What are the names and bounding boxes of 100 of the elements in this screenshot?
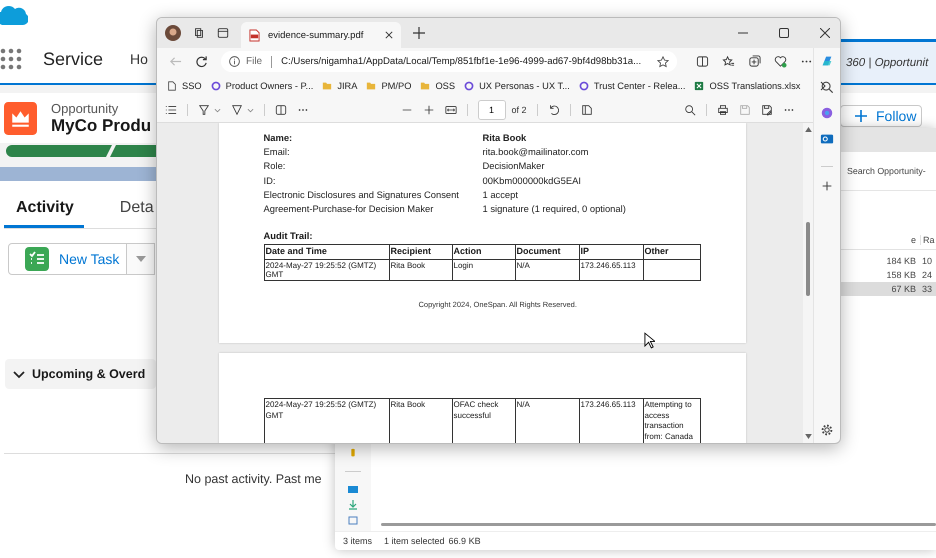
favorite-link[interactable]: OSS [420,80,456,90]
empty-message: No past activity. Past me [185,472,322,486]
field-value: 1 signature (1 required, 0 optional) [482,202,627,214]
refresh-icon[interactable] [195,55,208,68]
table-cell: 173.246.65.113 [579,398,643,443]
section-title: Audit Trail: [264,230,314,241]
table-cell: N/A [515,259,579,280]
table-cell-text: 24 [921,270,934,280]
text-view-icon[interactable] [275,104,287,116]
file-size: 184 KB [885,256,917,266]
folder-icon [420,80,430,90]
favorite-link[interactable]: OSS Translations.xlsx [694,80,800,90]
new-task-button[interactable]: New Task [8,243,127,275]
table-cell: Attempting to access transaction from: Canada [643,398,700,443]
fit-width-icon[interactable] [444,104,456,116]
vertical-scrollbar[interactable] [803,123,813,443]
selection-info: 1 item selected [384,536,445,546]
chevron-right-icon[interactable] [818,80,828,90]
split-screen-icon[interactable] [696,55,709,68]
collections-icon[interactable] [748,55,761,68]
field-value: DecisionMaker [482,160,546,172]
favorite-link[interactable]: PM/PO [366,80,412,90]
tab-actions-icon[interactable] [217,27,229,39]
close-icon[interactable] [385,31,393,39]
column-header[interactable]: e [858,235,920,245]
address-bar[interactable]: File C:/Users/nigamha1/AppData/Local/Temp/851fbf1e-1e96-4999-ad67-9bf4d98bb31a... [221,51,677,72]
field-label: ID: [264,174,276,186]
pdf-file-icon [249,28,260,42]
record-tab[interactable]: Activity [4,199,84,228]
draw-icon[interactable] [198,104,210,116]
scroll-down-icon[interactable] [804,434,812,439]
zoom-in-icon[interactable] [422,104,434,116]
console-tab[interactable]: 360 | Opportunit [840,39,936,83]
contents-icon[interactable] [165,104,177,116]
close-icon[interactable] [820,28,830,38]
task-list-icon [25,247,49,271]
horizontal-scrollbar[interactable] [381,523,936,526]
highlight-icon[interactable] [231,104,243,116]
section-header[interactable]: Upcoming & Overd [5,359,156,389]
record-tab[interactable]: Deta [108,199,158,228]
app-name: Service [43,48,104,70]
field-label: Email: [264,146,291,158]
column-header: Recipient [389,244,452,260]
save-as-icon[interactable] [761,104,774,116]
folder-icon [366,80,376,90]
shapes-icon[interactable] [820,106,834,120]
page-view-icon[interactable] [580,104,593,116]
maximize-icon[interactable] [779,28,789,38]
page-number-field[interactable]: 1 [478,100,506,120]
record-type: Opportunity [51,100,120,116]
table-cell: 173.246.65.113 [579,259,643,280]
search-icon[interactable] [820,80,834,94]
caret-icon[interactable] [247,108,254,112]
browser-tab[interactable]: evidence-summary.pdf [241,22,401,48]
nav-item[interactable]: Ho [130,51,148,67]
add-icon[interactable] [820,179,834,193]
caret-icon[interactable] [214,108,221,112]
field-value: rita.book@mailinator.com [482,146,590,158]
column-header[interactable]: Ra [920,235,936,245]
field-label: Electronic Disclosures and Signatures Consent [264,188,460,200]
column-header: Date and Time [264,244,389,260]
favorite-link[interactable]: SSO [167,80,202,90]
url-text: C:/Users/nigamha1/AppData/Local/Temp/851fbf1e-1e96-4999-ad67-9bf4d98bb31a... [281,56,642,67]
table-cell-text: 33 [921,284,934,294]
star-icon[interactable] [657,56,669,68]
favorite-link[interactable]: Product Owners - P... [210,80,314,90]
mail-icon[interactable] [820,132,834,146]
ring-icon [210,80,221,90]
url-scheme: File [246,56,262,67]
table-cell: Rita Book [389,398,452,443]
field-label: Role: [264,160,286,172]
app-launcher-icon[interactable] [0,48,22,70]
table-cell: Rita Book [389,259,452,280]
dropdown-button[interactable] [127,243,155,275]
print-icon[interactable] [717,104,730,116]
new-tab-icon[interactable] [413,27,425,39]
search-icon[interactable] [684,104,696,116]
favorite-link[interactable]: UX Personas - UX T... [464,80,570,90]
rotate-icon[interactable] [548,104,560,116]
selected-file-row[interactable]: 67 KB 33 [840,282,936,296]
scroll-up-icon[interactable] [804,127,812,132]
settings-icon[interactable] [820,423,834,437]
item-count: 3 items [343,536,372,546]
profile-avatar-icon[interactable] [165,25,181,41]
favorites-icon[interactable] [722,55,735,68]
selection-size: 66.9 KB [448,536,481,546]
heart-pulse-icon[interactable] [774,55,787,68]
favorite-link[interactable]: Trust Center - Relea... [578,80,686,90]
table-cell: N/A [515,398,579,443]
document-icon[interactable] [348,515,358,525]
download-icon[interactable] [348,500,358,510]
desktop-icon[interactable] [348,485,358,495]
crown-icon [4,102,37,134]
follow-button[interactable]: Follow [840,105,922,127]
workspaces-icon[interactable] [193,27,205,39]
copilot-icon[interactable] [820,54,834,68]
plus-icon [855,110,867,122]
caret-icon [136,256,146,262]
section-title: Upcoming & Overd [32,367,146,381]
favorite-link[interactable]: JIRA [322,80,358,90]
